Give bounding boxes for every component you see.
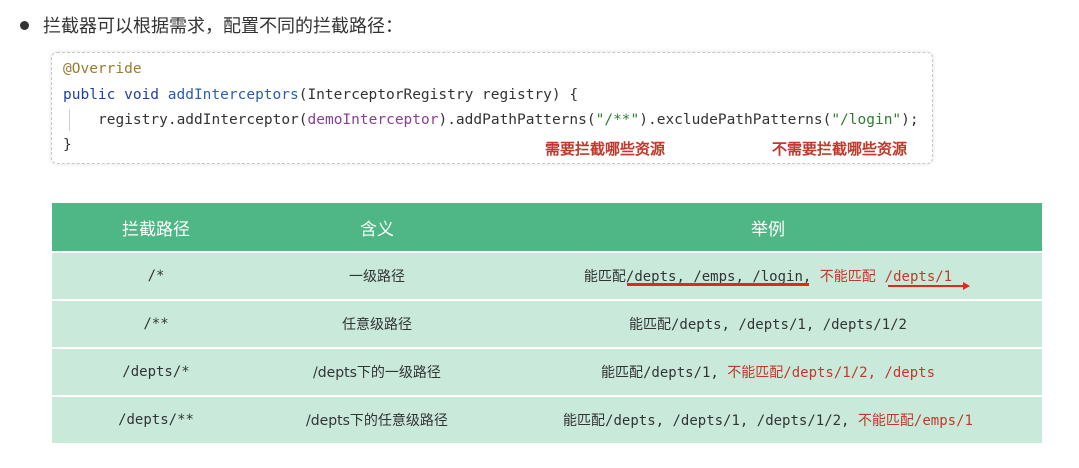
code-annotation: @Override bbox=[63, 61, 142, 77]
cell-example: 能匹配/depts, /depts/1, /depts/1/2 bbox=[494, 299, 1042, 348]
intro-text: 拦截器可以根据需求，配置不同的拦截路径： bbox=[43, 16, 403, 37]
path-pattern-table: 拦截路径 含义 举例 /* 一级路径 能匹配/depts, /emps, /lo… bbox=[52, 203, 1042, 443]
cell-path: /** bbox=[52, 299, 260, 348]
match-values: /depts, /depts/1, /depts/1/2, bbox=[605, 413, 858, 429]
code-part-end: ); bbox=[901, 112, 919, 128]
code-include-pattern: "/**" bbox=[595, 112, 640, 128]
table-row: /** 任意级路径 能匹配/depts, /depts/1, /depts/1/… bbox=[52, 299, 1042, 348]
match-values: /depts, /depts/1, /depts/1/2 bbox=[670, 317, 907, 333]
cell-example: 能匹配/depts/1, 不能匹配/depts/1/2, /depts bbox=[494, 347, 1042, 396]
indent-guide bbox=[69, 109, 70, 131]
underline-nomatch-annotation bbox=[888, 285, 964, 287]
cell-meaning: /depts下的任意级路径 bbox=[260, 395, 494, 443]
table-header-row: 拦截路径 含义 举例 bbox=[52, 203, 1042, 252]
table-row: /* 一级路径 能匹配/depts, /emps, /login, 不能匹配 /… bbox=[52, 251, 1042, 300]
header-path: 拦截路径 bbox=[52, 203, 260, 252]
code-method-params: (InterceptorRegistry registry) { bbox=[298, 87, 579, 103]
code-registry-call: registry.addInterceptor(demoInterceptor)… bbox=[98, 112, 919, 128]
arrow-tip-icon bbox=[963, 282, 970, 290]
nomatch-label: 不能匹配 bbox=[727, 365, 784, 381]
cell-example: 能匹配/depts, /emps, /login, 不能匹配 /depts/1 bbox=[494, 251, 1042, 300]
cell-example: 能匹配/depts, /depts/1, /depts/1/2, 不能匹配/em… bbox=[494, 395, 1042, 443]
intro-bullet: 拦截器可以根据需求，配置不同的拦截路径： bbox=[20, 12, 403, 38]
code-part-add: ).addPathPatterns( bbox=[438, 112, 596, 128]
match-label: 能匹配 bbox=[600, 365, 643, 381]
cell-path: /depts/* bbox=[52, 347, 260, 396]
cell-path: /depts/** bbox=[52, 395, 260, 443]
table-row: /depts/* /depts下的一级路径 能匹配/depts/1, 不能匹配/… bbox=[52, 347, 1042, 396]
code-method-signature: public void addInterceptors(InterceptorR… bbox=[63, 87, 578, 103]
exclude-note: 不需要拦截哪些资源 bbox=[772, 140, 908, 158]
nomatch-values: /emps/1 bbox=[913, 413, 973, 429]
match-label: 能匹配 bbox=[563, 413, 606, 429]
header-meaning: 含义 bbox=[260, 203, 494, 252]
match-label: 能匹配 bbox=[583, 269, 626, 285]
match-values: /depts/1, bbox=[642, 365, 728, 381]
bullet-dot-icon bbox=[20, 20, 29, 30]
table-row: /depts/** /depts下的任意级路径 能匹配/depts, /dept… bbox=[52, 395, 1042, 443]
code-part-registry: registry.addInterceptor( bbox=[98, 112, 308, 128]
match-label: 能匹配 bbox=[628, 317, 671, 333]
cell-meaning: 一级路径 bbox=[260, 251, 494, 300]
underline-match-annotation bbox=[627, 283, 809, 286]
code-exclude-pattern: "/login" bbox=[831, 112, 902, 128]
nomatch-label: 不能匹配 bbox=[857, 413, 914, 429]
cell-meaning: 任意级路径 bbox=[260, 299, 494, 348]
code-part-exclude: ).excludePathPatterns( bbox=[639, 112, 832, 128]
code-block: @Override public void addInterceptors(In… bbox=[51, 52, 933, 164]
nomatch-values: /depts/1 bbox=[884, 269, 953, 285]
code-interceptor-param: demoInterceptor bbox=[307, 112, 439, 128]
code-keywords: public void bbox=[63, 87, 168, 103]
cell-meaning: /depts下的一级路径 bbox=[260, 347, 494, 396]
include-note: 需要拦截哪些资源 bbox=[545, 140, 666, 158]
code-method-name: addInterceptors bbox=[167, 87, 299, 103]
nomatch-values: /depts/1/2, /depts bbox=[783, 365, 935, 381]
nomatch-label: 不能匹配 bbox=[819, 269, 876, 285]
code-closing-brace: } bbox=[63, 137, 72, 153]
header-example: 举例 bbox=[494, 203, 1042, 252]
cell-path: /* bbox=[52, 251, 260, 300]
